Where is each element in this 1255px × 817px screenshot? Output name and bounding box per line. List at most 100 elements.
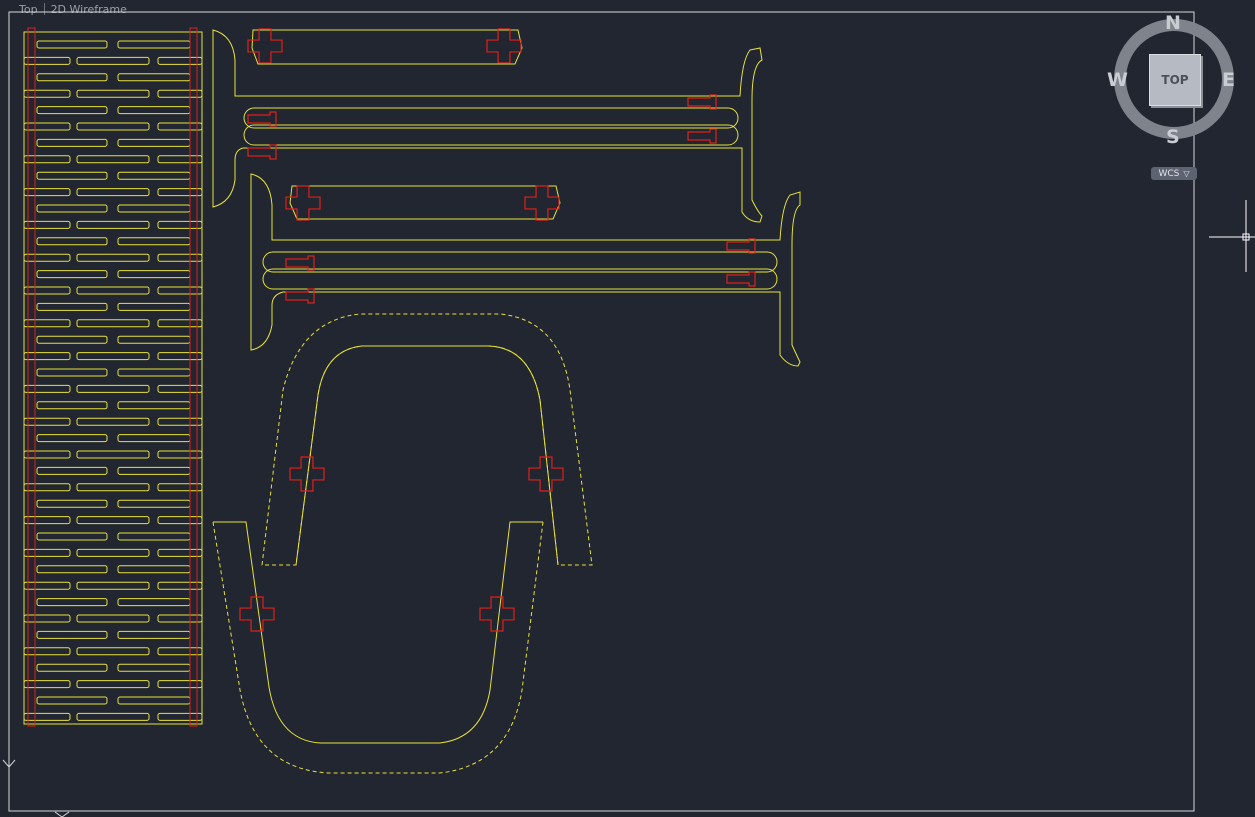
connector-cross: [524, 185, 560, 221]
panel-slot: [117, 204, 191, 213]
panel-slot: [23, 286, 71, 295]
panel-slot: [23, 319, 71, 328]
panel-slot: [23, 89, 71, 98]
panel-slot: [76, 319, 150, 328]
panel-slot: [117, 368, 191, 377]
panel-slot: [36, 499, 108, 508]
panel-slot: [157, 384, 203, 393]
viewcube-top-face[interactable]: TOP: [1149, 54, 1201, 106]
panel-slot: [157, 450, 203, 459]
panel-slot: [157, 417, 203, 426]
connector-cross: [479, 596, 515, 632]
wcs-menu[interactable]: WCS ▽: [1151, 167, 1197, 180]
panel-slot: [117, 270, 191, 279]
connector-cross: [289, 456, 325, 492]
connector-cross: [486, 28, 522, 64]
panel-slot: [117, 237, 191, 246]
panel-slot: [76, 155, 150, 164]
panel-slot: [23, 450, 71, 459]
panel-slot: [76, 450, 150, 459]
panel-slot: [157, 220, 203, 229]
panel-slot: [36, 368, 108, 377]
panel-slot: [157, 253, 203, 262]
ucs-icon: [2, 759, 70, 817]
connector-key: [687, 128, 717, 144]
viewcube[interactable]: N S E W TOP: [1107, 12, 1240, 148]
u-shaped-part-lower[interactable]: [212, 521, 544, 774]
panel-slot: [117, 434, 191, 443]
compass-east[interactable]: E: [1222, 69, 1235, 91]
drawing-canvas[interactable]: [0, 0, 1255, 817]
panel-slot: [157, 680, 203, 689]
panel-edge-left: [27, 27, 36, 727]
panel-slot: [23, 712, 71, 721]
panel-slot: [157, 89, 203, 98]
panel-edge-right: [189, 27, 198, 727]
panel-slot: [157, 155, 203, 164]
panel-slot: [157, 286, 203, 295]
panel-slot: [157, 352, 203, 361]
panel-slot: [117, 598, 191, 607]
panel-slot: [117, 40, 191, 49]
panel-slot: [76, 417, 150, 426]
panel-slot: [157, 614, 203, 623]
panel-slot: [117, 106, 191, 115]
panel-slot: [36, 630, 108, 639]
connector-key: [285, 255, 315, 271]
panel-slot: [157, 188, 203, 197]
panel-slot: [23, 155, 71, 164]
panel-slot: [117, 171, 191, 180]
panel-slot: [117, 663, 191, 672]
panel-slot: [157, 483, 203, 492]
panel-slot: [76, 647, 150, 656]
panel-slot: [36, 138, 108, 147]
panel-slot: [23, 56, 71, 65]
panel-slot: [117, 696, 191, 705]
panel-slot: [157, 581, 203, 590]
panel-slot: [76, 89, 150, 98]
panel-slot: [76, 483, 150, 492]
panel-slot: [76, 614, 150, 623]
panel-slot: [117, 335, 191, 344]
compass-south[interactable]: S: [1166, 126, 1180, 148]
compass-north[interactable]: N: [1165, 12, 1181, 34]
panel-slot: [36, 696, 108, 705]
slatted-panel[interactable]: [23, 27, 203, 727]
panel-slot: [23, 384, 71, 393]
panel-slot: [36, 106, 108, 115]
panel-slot: [117, 401, 191, 410]
panel-slots: [23, 40, 203, 721]
panel-slot: [23, 614, 71, 623]
panel-slot: [23, 548, 71, 557]
connector-key: [726, 238, 756, 254]
panel-slot: [76, 286, 150, 295]
panel-slot: [23, 680, 71, 689]
panel-slot: [157, 548, 203, 557]
panel-slot: [76, 352, 150, 361]
panel-slot: [36, 171, 108, 180]
panel-slot: [76, 384, 150, 393]
connector-key: [687, 94, 717, 110]
panel-slot: [23, 253, 71, 262]
panel-slot: [157, 647, 203, 656]
panel-slot: [36, 532, 108, 541]
panel-slot: [36, 302, 108, 311]
panel-slot: [117, 138, 191, 147]
panel-slot: [36, 598, 108, 607]
panel-slot: [36, 434, 108, 443]
crosshair-cursor-icon: [1209, 200, 1255, 272]
panel-slot: [157, 319, 203, 328]
connector-key: [285, 288, 315, 304]
panel-slot: [36, 335, 108, 344]
panel-slot: [23, 516, 71, 525]
upper-frame-part[interactable]: [212, 29, 763, 223]
u-shaped-part-upper[interactable]: [261, 313, 593, 566]
panel-slot: [157, 122, 203, 131]
compass-west[interactable]: W: [1107, 69, 1128, 91]
panel-slot: [36, 565, 108, 574]
panel-slot: [157, 516, 203, 525]
panel-slot: [76, 548, 150, 557]
panel-slot: [23, 483, 71, 492]
panel-slot: [36, 237, 108, 246]
chevron-down-icon: ▽: [1183, 169, 1190, 178]
